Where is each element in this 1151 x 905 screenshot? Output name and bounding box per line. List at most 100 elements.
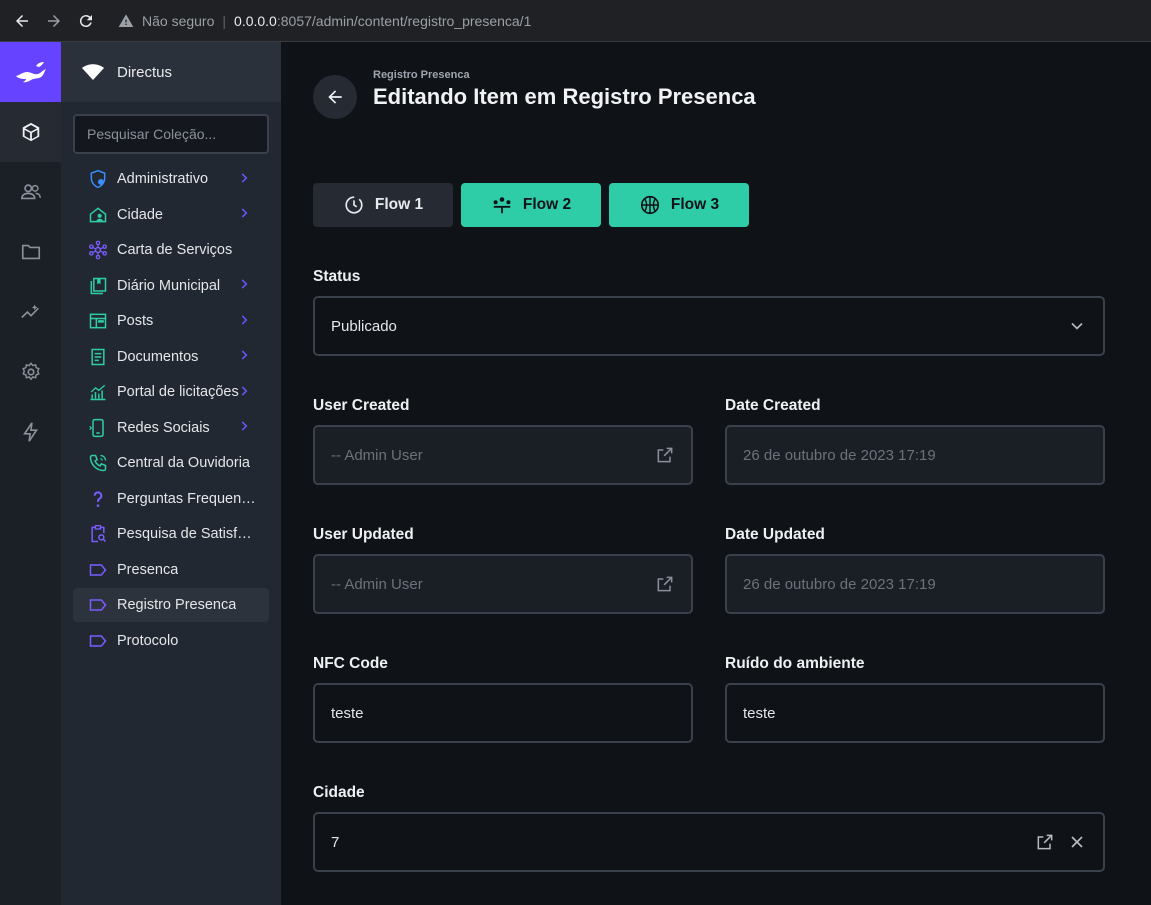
project-name: Directus — [117, 63, 173, 81]
chevron-right-icon[interactable] — [237, 348, 251, 365]
main-content: Registro Presenca Editando Item em Regis… — [281, 42, 1151, 905]
user-created-field[interactable]: -- Admin User — [313, 425, 693, 485]
question-icon — [87, 488, 109, 510]
search-placeholder: Pesquisar Coleção... — [87, 126, 217, 142]
security-label: Não seguro — [142, 13, 215, 29]
close-icon[interactable] — [1067, 832, 1087, 852]
sidebar-item-protocolo[interactable]: Protocolo — [73, 624, 269, 658]
module-flows[interactable] — [0, 402, 61, 462]
sidebar-item-label: Administrativo — [117, 171, 209, 187]
sidebar-item-label: Carta de Serviços — [117, 242, 233, 258]
book-stack-icon — [87, 275, 109, 297]
open-in-new-icon[interactable] — [1035, 832, 1055, 852]
date-updated-label: Date Updated — [725, 526, 825, 543]
module-users[interactable] — [0, 162, 61, 222]
sidebar-item-pesquisa-de-satisfa-o[interactable]: Pesquisa de Satisfação — [73, 517, 269, 551]
sidebar-item-label: Central da Ouvidoria — [117, 455, 250, 471]
ruido-value: teste — [743, 704, 776, 722]
module-bar — [0, 42, 61, 905]
collection-search-input[interactable]: Pesquisar Coleção... — [73, 114, 269, 154]
chevron-right-icon[interactable] — [237, 277, 251, 294]
sidebar-item-label: Diário Municipal — [117, 277, 221, 294]
status-select[interactable]: Publicado — [313, 296, 1105, 356]
breadcrumb[interactable]: Registro Presenca — [373, 69, 470, 81]
module-insights[interactable] — [0, 282, 61, 342]
sidebar-item-carta-de-servi-os[interactable]: Carta de Serviços — [73, 233, 269, 267]
url-path: :8057/admin/content/registro_presenca/1 — [276, 13, 532, 29]
open-in-new-icon[interactable] — [655, 445, 675, 465]
sidebar-item-presenca[interactable]: Presenca — [73, 553, 269, 587]
phone-icon — [87, 417, 109, 439]
label-icon — [87, 559, 109, 581]
url-host: 0.0.0.0 — [234, 13, 277, 29]
open-in-new-icon[interactable] — [655, 574, 675, 594]
arrow-left-icon — [16, 14, 28, 27]
sidebar-item-registro-presenca[interactable]: Registro Presenca — [73, 588, 269, 622]
status-icons — [1067, 298, 1087, 354]
group-icon — [493, 197, 511, 214]
sidebar-item-label: Registro Presenca — [117, 597, 237, 613]
chevron-right-icon[interactable] — [237, 419, 251, 436]
page-title: Editando Item em Registro Presenca — [373, 84, 756, 109]
sidebar-item-label: Perguntas Frequentes — [117, 490, 259, 507]
chart-icon — [87, 381, 109, 403]
flow-3-button[interactable]: Flow 3 — [609, 183, 749, 227]
label-icon — [87, 630, 109, 652]
sidebar-item-cidade[interactable]: Cidade — [73, 198, 269, 232]
directus-logo[interactable] — [0, 42, 61, 102]
user-updated-icons — [655, 556, 675, 612]
status-value: Publicado — [331, 317, 397, 335]
folder-icon — [21, 244, 40, 260]
date-created-label: Date Created — [725, 397, 821, 414]
chevron-right-icon[interactable] — [237, 313, 251, 330]
navigation-pane: Directus Pesquisar Coleção... Administra… — [61, 42, 281, 905]
phone-call-icon — [87, 452, 109, 474]
date-created-field[interactable]: 26 de outubro de 2023 17:19 — [725, 425, 1105, 485]
flow-2-label: Flow 2 — [522, 196, 572, 213]
flow-1-label: Flow 1 — [374, 196, 424, 213]
browser-reload-button[interactable] — [72, 7, 100, 35]
cidade-field[interactable]: 7 — [313, 812, 1105, 872]
cube-icon — [22, 122, 39, 142]
bolt-icon — [22, 422, 38, 442]
sidebar-item-di-rio-municipal[interactable]: Diário Municipal — [73, 269, 269, 303]
project-header[interactable]: Directus — [61, 42, 281, 102]
users-icon — [20, 184, 41, 200]
sidebar-item-documentos[interactable]: Documentos — [73, 340, 269, 374]
status-label: Status — [313, 268, 361, 285]
url-separator: | — [222, 13, 227, 29]
flow-2-button[interactable]: Flow 2 — [461, 183, 601, 227]
sidebar-item-posts[interactable]: Posts — [73, 304, 269, 338]
chevron-right-icon[interactable] — [237, 171, 251, 188]
user-created-label: User Created — [313, 397, 410, 414]
date-updated-value: 26 de outubro de 2023 17:19 — [743, 575, 936, 593]
back-button[interactable] — [313, 75, 357, 119]
wifi-icon — [82, 64, 104, 80]
module-settings[interactable] — [0, 342, 61, 402]
ruido-input[interactable]: teste — [725, 683, 1105, 743]
sidebar-item-portal-de-licita-es[interactable]: Portal de licitações — [73, 375, 269, 409]
chevron-right-icon[interactable] — [237, 384, 251, 401]
flow-1-button[interactable]: Flow 1 — [313, 183, 453, 227]
sidebar-item-central-da-ouvidoria[interactable]: Central da Ouvidoria — [73, 446, 269, 480]
browser-toolbar: Não seguro | 0.0.0.0 :8057/admin/content… — [0, 0, 1151, 42]
sidebar-item-label: Presenca — [117, 561, 179, 578]
nfc-code-input[interactable]: teste — [313, 683, 693, 743]
insights-icon — [20, 304, 39, 319]
hub-icon — [87, 239, 109, 261]
flow-buttons: Flow 1 Flow 2 Flow 3 — [313, 183, 749, 227]
sidebar-item-redes-sociais[interactable]: Redes Sociais — [73, 411, 269, 445]
ruido-label: Ruído do ambiente — [725, 655, 865, 672]
address-bar[interactable]: Não seguro | 0.0.0.0 :8057/admin/content… — [110, 6, 1151, 36]
module-content[interactable] — [0, 102, 61, 162]
browser-forward-button[interactable] — [40, 7, 68, 35]
browser-back-button[interactable] — [8, 7, 36, 35]
sidebar-item-administrativo[interactable]: Administrativo — [73, 162, 269, 196]
chevron-right-icon[interactable] — [237, 206, 251, 223]
module-files[interactable] — [0, 222, 61, 282]
date-updated-field[interactable]: 26 de outubro de 2023 17:19 — [725, 554, 1105, 614]
sidebar-item-perguntas-frequentes[interactable]: Perguntas Frequentes — [73, 482, 269, 516]
user-updated-field[interactable]: -- Admin User — [313, 554, 693, 614]
gear-icon — [21, 362, 40, 381]
cidade-icons — [1035, 814, 1087, 870]
